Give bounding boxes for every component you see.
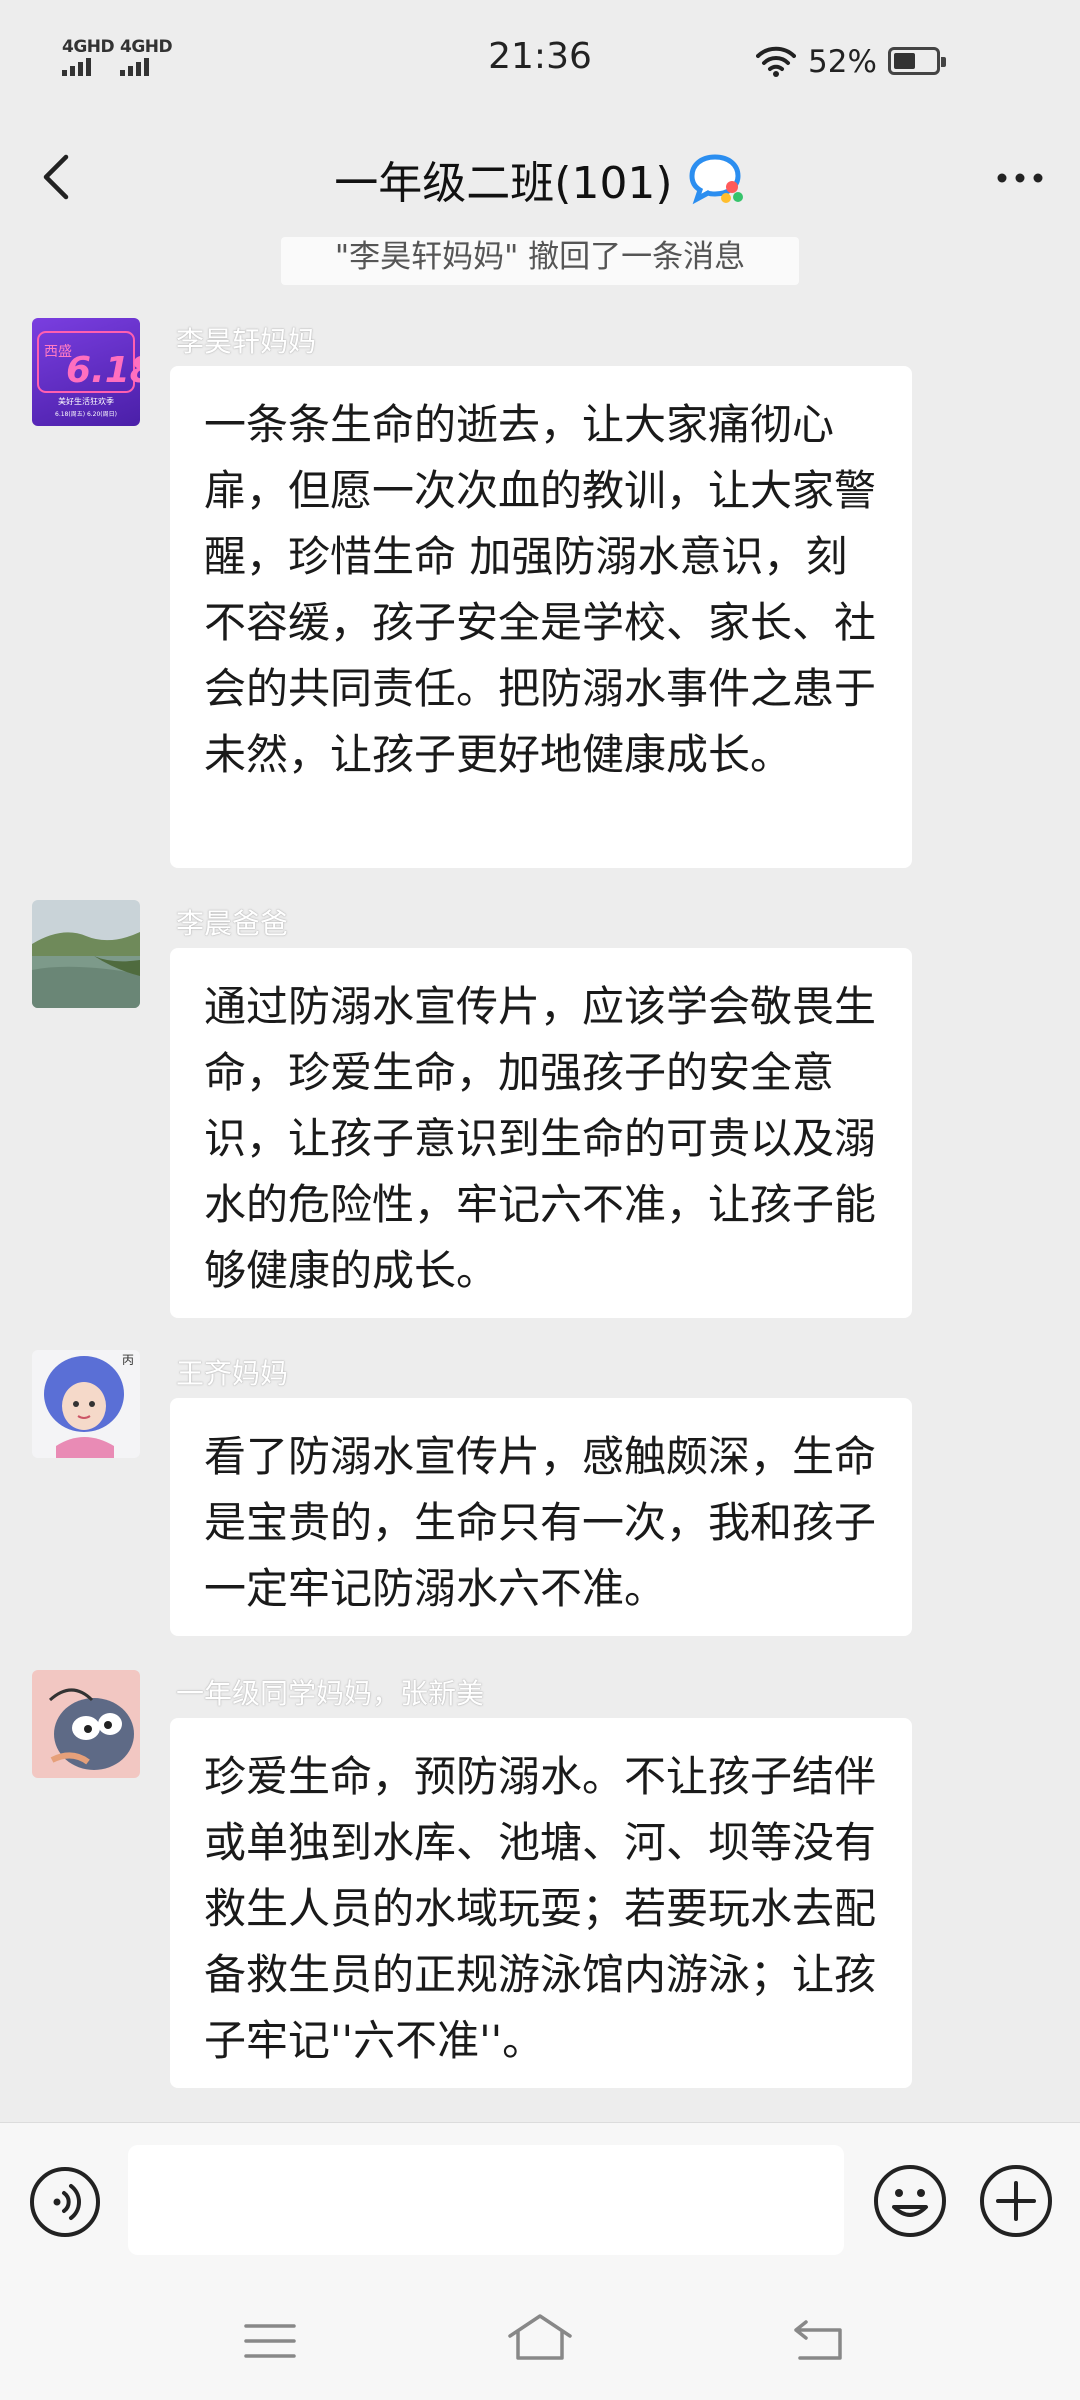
avatar-text-4: 6.18(周五) 6.20(周日) [55, 411, 117, 418]
battery-icon [888, 47, 946, 75]
home-icon[interactable] [504, 2310, 576, 2366]
avatar-text-3: 美好生活狂欢季 [58, 396, 114, 406]
cartoon-avatar-image [32, 1670, 140, 1778]
battery-percent: 52% [808, 44, 877, 80]
message-input[interactable] [128, 2145, 844, 2255]
group-chat-icon[interactable] [688, 153, 746, 205]
avatar[interactable] [32, 900, 140, 1008]
input-bar [0, 2122, 1080, 2281]
plus-icon[interactable] [978, 2163, 1054, 2239]
emoji-icon[interactable] [872, 2163, 948, 2239]
title-bar: 一年级二班(101) [0, 125, 1080, 237]
voice-icon[interactable] [28, 2165, 102, 2239]
status-bar: 4GHD 4GHD 21:36 52% [0, 0, 1080, 125]
child-avatar-image: 丙 [32, 1350, 140, 1458]
back-arrow-icon[interactable] [790, 2314, 850, 2366]
recall-notice: "李昊轩妈妈" 撤回了一条消息 [281, 237, 799, 285]
landscape-avatar-image [32, 900, 140, 1008]
more-dots-icon[interactable] [990, 153, 1050, 203]
chat-screen: 4GHD 4GHD 21:36 52% 一年级二班(101) "李昊轩妈妈" 撤… [0, 0, 1080, 2400]
title-wrap: 一年级二班(101) [0, 147, 1080, 211]
message-bubble[interactable]: 一条条生命的逝去，让大家痛彻心扉，但愿一次次血的教训，让大家警醒，珍惜生命 加强… [170, 366, 912, 868]
sender-name: 王齐妈妈 [176, 1357, 289, 1390]
system-nav-bar [0, 2280, 1080, 2400]
svg-text:丙: 丙 [122, 1353, 134, 1367]
menu-icon[interactable] [240, 2316, 300, 2366]
message-bubble[interactable]: 珍爱生命，预防溺水。不让孩子结伴或单独到水库、池塘、河、坝等没有救生人员的水域玩… [170, 1718, 912, 2088]
avatar[interactable] [32, 1670, 140, 1778]
avatar-text-2: 6.18 [66, 350, 140, 391]
sender-name: 一年级同学妈妈，张新美 [176, 1677, 485, 1710]
promo-avatar-image: 西盛 6.18 美好生活狂欢季 6.18(周五) 6.20(周日) [37, 331, 140, 418]
sender-name: 李晨爸爸 [176, 907, 289, 940]
avatar[interactable]: 西盛 6.18 美好生活狂欢季 6.18(周五) 6.20(周日) [32, 318, 140, 426]
sender-name: 李昊轩妈妈 [176, 325, 317, 358]
wifi-icon [756, 46, 796, 77]
page-title: 一年级二班(101) [334, 158, 673, 209]
message-bubble[interactable]: 通过防溺水宣传片，应该学会敬畏生命，珍爱生命，加强孩子的安全意识，让孩子意识到生… [170, 948, 912, 1318]
message-bubble[interactable]: 看了防溺水宣传片，感触颇深，生命是宝贵的，生命只有一次，我和孩子一定牢记防溺水六… [170, 1398, 912, 1636]
avatar[interactable]: 丙 [32, 1350, 140, 1458]
